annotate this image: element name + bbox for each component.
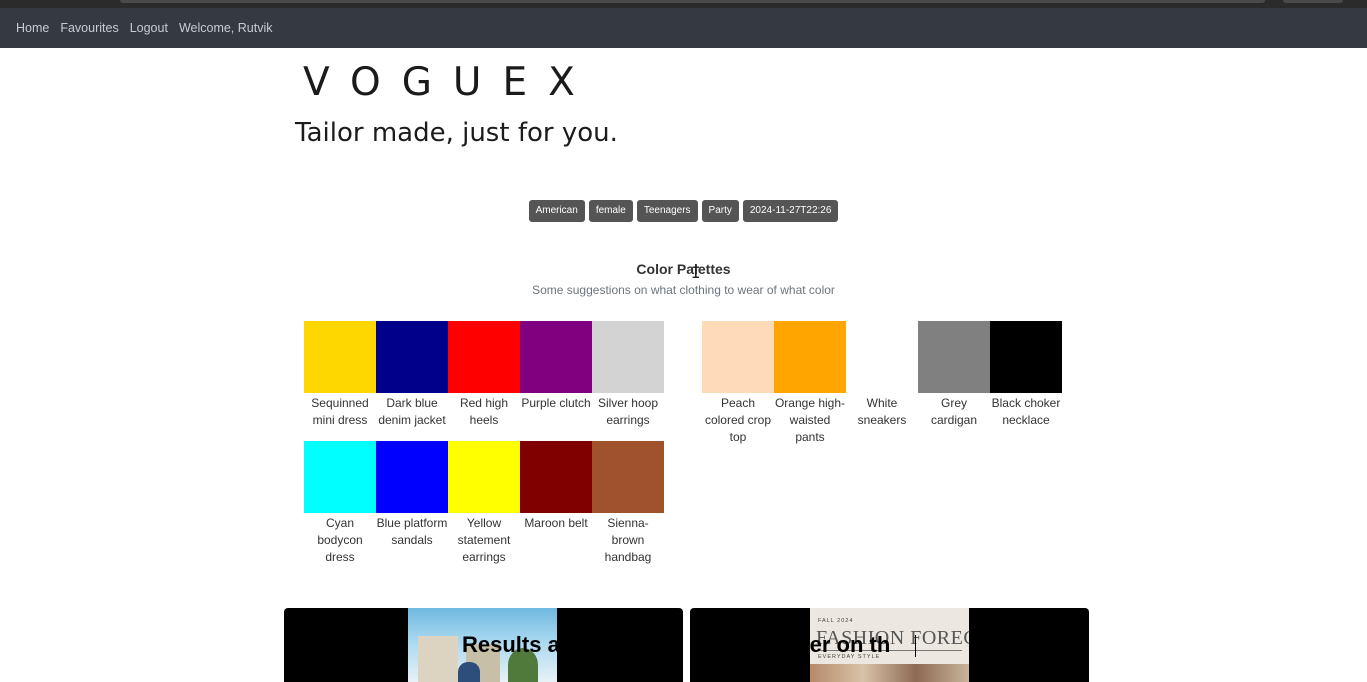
- swatch-label: Red high heels: [459, 396, 509, 427]
- browser-button-edge: [1283, 0, 1343, 3]
- swatch-label: Orange high-waisted pants: [774, 396, 846, 444]
- tag-gender: female: [588, 200, 633, 222]
- swatch-label: Sienna-brown handbag: [604, 516, 652, 564]
- color-swatch: [592, 321, 664, 393]
- palette-item: Peach colored crop top: [702, 321, 774, 446]
- nav-home-link[interactable]: Home: [16, 21, 49, 35]
- color-swatch: [990, 321, 1062, 393]
- photo-building: [418, 636, 458, 682]
- nav-favourites-link[interactable]: Favourites: [60, 21, 118, 35]
- palette-item: Silver hoop earrings: [592, 321, 664, 429]
- color-swatch: [846, 321, 918, 393]
- tag-age-group: Teenagers: [636, 200, 698, 222]
- results-loading-text: Results a g ther on th: [462, 632, 890, 658]
- tagline: Tailor made, just for you.: [295, 118, 618, 148]
- palette-item: Dark blue denim jacket: [376, 321, 448, 429]
- results-text-part: ther on th: [788, 632, 891, 657]
- tag-list: American female Teenagers Party 2024-11-…: [0, 200, 1367, 222]
- palette-item: Grey cardigan: [918, 321, 990, 446]
- tag-occasion: Party: [701, 200, 739, 222]
- palette-item: Cyan bodycon dress: [304, 441, 376, 566]
- brand-logo: VOGUEX: [303, 60, 596, 105]
- color-swatch: [520, 441, 592, 513]
- color-swatch: [304, 441, 376, 513]
- palette-item: White sneakers: [846, 321, 918, 446]
- palette-item: Sienna-brown handbag: [592, 441, 664, 566]
- swatch-label: Blue platform sandals: [376, 516, 448, 547]
- color-swatch: [702, 321, 774, 393]
- nav-logout-link[interactable]: Logout: [130, 21, 168, 35]
- swatch-label: Black choker necklace: [991, 396, 1061, 427]
- color-swatch: [592, 441, 664, 513]
- browser-top-strip: [0, 0, 1367, 8]
- palette-item: Blue platform sandals: [376, 441, 448, 566]
- address-bar-edge: [120, 0, 1265, 3]
- swatch-label: Sequinned mini dress: [311, 396, 369, 427]
- color-swatch: [918, 321, 990, 393]
- swatch-label: Purple clutch: [521, 396, 591, 410]
- photo-person: [458, 662, 480, 682]
- swatch-label: Grey cardigan: [930, 396, 978, 427]
- swatch-label: White sneakers: [857, 396, 907, 427]
- color-swatch: [448, 321, 520, 393]
- palette-item: Sequinned mini dress: [304, 321, 376, 429]
- swatch-label: Silver hoop earrings: [597, 396, 659, 427]
- palette-item: Orange high-waisted pants: [774, 321, 846, 446]
- results-text-part: Results a: [462, 632, 560, 657]
- palette-item: Red high heels: [448, 321, 520, 429]
- magazine-issue: FALL 2024: [818, 618, 854, 624]
- color-swatch: [774, 321, 846, 393]
- palette-1: Sequinned mini dress Dark blue denim jac…: [304, 321, 664, 429]
- tag-region: American: [528, 200, 585, 222]
- color-swatch: [520, 321, 592, 393]
- swatch-label: Cyan bodycon dress: [317, 516, 363, 564]
- palette-2: Peach colored crop top Orange high-waist…: [702, 321, 1062, 446]
- color-swatch: [304, 321, 376, 393]
- palettes-subtitle: Some suggestions on what clothing to wea…: [532, 283, 835, 297]
- swatch-label: Peach colored crop top: [704, 396, 772, 444]
- welcome-text: Welcome, Rutvik: [178, 21, 273, 35]
- palette-item: Maroon belt: [520, 441, 592, 566]
- palette-item: Purple clutch: [520, 321, 592, 429]
- swatch-label: Dark blue denim jacket: [378, 396, 446, 427]
- tag-timestamp: 2024-11-27T22:26: [742, 200, 839, 222]
- magazine-photo: [810, 664, 969, 682]
- typing-caret: [915, 635, 916, 657]
- results-text-part: g: [761, 632, 775, 657]
- color-swatch: [376, 441, 448, 513]
- text-cursor-icon: I: [691, 263, 701, 282]
- palette-item: Yellow statement earrings: [448, 441, 520, 566]
- color-swatch: [376, 321, 448, 393]
- swatch-label: Yellow statement earrings: [457, 516, 511, 564]
- palettes-title: Color Palettes: [636, 261, 731, 277]
- swatch-label: Maroon belt: [524, 516, 588, 530]
- color-swatch: [448, 441, 520, 513]
- palette-3: Cyan bodycon dress Blue platform sandals…: [304, 441, 664, 566]
- palette-item: Black choker necklace: [990, 321, 1062, 446]
- navbar: Home Favourites Logout Welcome, Rutvik: [0, 8, 1367, 48]
